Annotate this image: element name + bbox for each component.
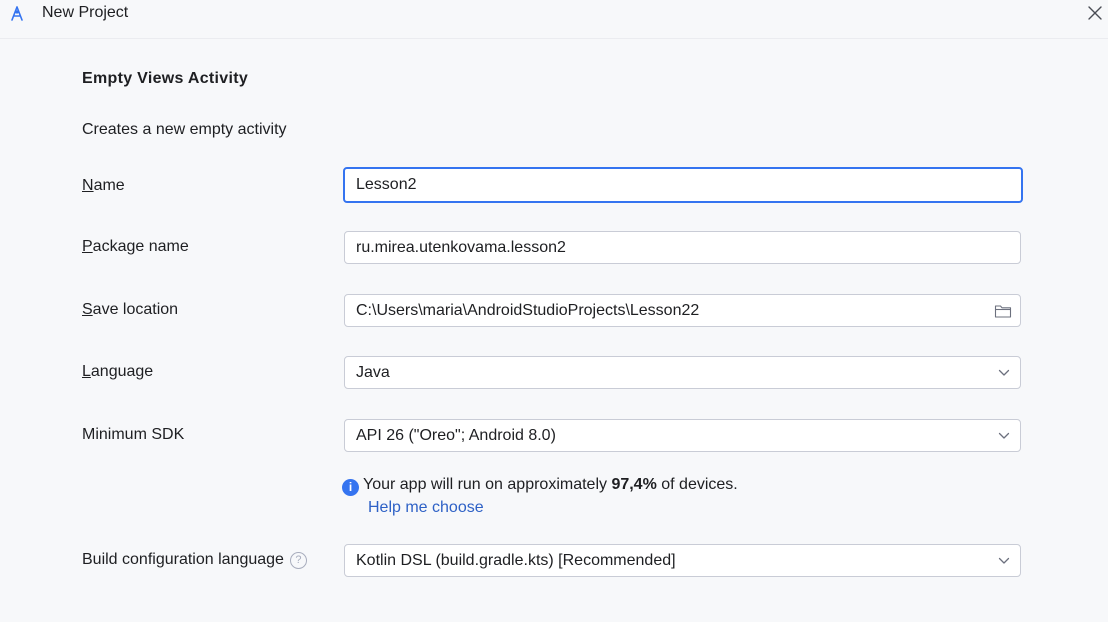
help-question-icon[interactable]: ? (289, 552, 307, 569)
language-value: Java (356, 364, 390, 381)
package-name-field[interactable]: ru.mirea.utenkovama.lesson2 (344, 231, 1021, 264)
min-sdk-label: Minimum SDK (82, 426, 185, 443)
name-label: Name (82, 177, 125, 194)
language-label: Language (82, 363, 154, 380)
info-suffix: of devices. (656, 476, 738, 493)
coverage-percent: 97,4% (611, 476, 657, 493)
build-config-value: Kotlin DSL (build.gradle.kts) [Recommend… (356, 552, 676, 569)
build-config-label: Build configuration language? (82, 550, 307, 570)
language-dropdown[interactable]: Java (344, 356, 1021, 389)
window-title: New Project (42, 4, 129, 21)
save-location-value: C:\Users\maria\AndroidStudioProjects\Les… (356, 302, 700, 319)
template-description: Creates a new empty activity (82, 121, 287, 138)
template-heading: Empty Views Activity (82, 70, 249, 87)
chevron-down-icon (998, 557, 1010, 564)
min-sdk-value: API 26 ("Oreo"; Android 8.0) (356, 427, 556, 444)
title-bar: New Project (0, 0, 1108, 39)
info-icon: i (342, 479, 359, 496)
name-value: Lesson2 (356, 176, 417, 193)
chevron-down-icon (998, 369, 1010, 376)
build-config-dropdown[interactable]: Kotlin DSL (build.gradle.kts) [Recommend… (344, 544, 1021, 577)
close-icon[interactable] (1086, 4, 1104, 22)
name-field[interactable]: Lesson2 (343, 167, 1023, 203)
sdk-coverage-info: i Your app will run on approximately 97,4… (342, 475, 738, 496)
chevron-down-icon (998, 432, 1010, 439)
package-name-label: Package name (82, 238, 189, 255)
help-me-choose-link[interactable]: Help me choose (368, 499, 484, 517)
save-location-label: Save location (82, 301, 179, 318)
min-sdk-dropdown[interactable]: API 26 ("Oreo"; Android 8.0) (344, 419, 1021, 452)
android-studio-logo-icon (11, 6, 23, 21)
save-location-field[interactable]: C:\Users\maria\AndroidStudioProjects\Les… (344, 294, 1021, 327)
package-name-value: ru.mirea.utenkovama.lesson2 (356, 239, 566, 256)
info-prefix: Your app will run on approximately (363, 476, 612, 493)
folder-icon[interactable] (994, 303, 1012, 319)
